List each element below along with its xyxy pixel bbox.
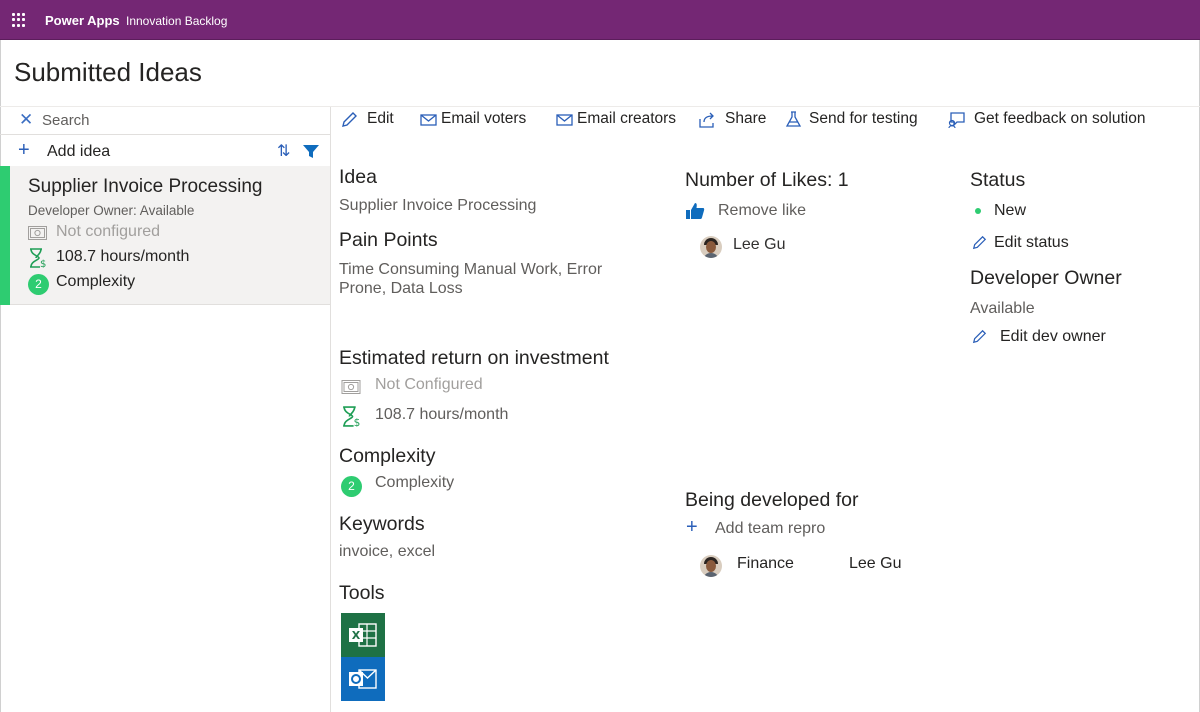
- pain-points-line-1: Time Consuming Manual Work, Error: [339, 261, 603, 278]
- idea-value: Supplier Invoice Processing: [339, 197, 537, 214]
- add-team-button[interactable]: + Add team repro: [685, 516, 845, 540]
- money-icon: [341, 380, 361, 394]
- svg-text:$: $: [40, 259, 46, 268]
- pencil-icon: [972, 235, 987, 250]
- roi-money-value: Not Configured: [375, 376, 483, 393]
- avatar: [700, 555, 722, 577]
- keywords-heading: Keywords: [339, 513, 425, 535]
- roi-heading: Estimated return on investment: [339, 347, 609, 369]
- developer-owner-heading: Developer Owner: [970, 267, 1122, 289]
- status-value: New: [994, 202, 1027, 219]
- command-bar: Edit Email voters Email creators Share S…: [332, 107, 1199, 135]
- app-header: Power Apps Innovation Backlog: [0, 0, 1200, 40]
- clear-search-icon[interactable]: ✕: [19, 110, 33, 130]
- add-idea-label: Add idea: [47, 143, 111, 160]
- filter-icon[interactable]: [303, 145, 319, 159]
- developer-owner-value: Available: [970, 300, 1035, 317]
- time-savings-icon: $: [343, 406, 361, 427]
- roi-time-value: 108.7 hours/month: [375, 406, 509, 423]
- avatar: [700, 236, 722, 258]
- pencil-icon: [972, 329, 987, 344]
- money-icon: [28, 226, 47, 240]
- keywords-value: invoice, excel: [339, 543, 436, 560]
- sort-icon[interactable]: ⇅: [277, 141, 290, 161]
- being-developed-heading: Being developed for: [685, 489, 859, 511]
- thumbs-up-icon: [686, 203, 705, 219]
- time-savings-icon: $: [30, 248, 46, 268]
- share-icon: [699, 112, 714, 128]
- complexity-badge: 2: [28, 274, 49, 295]
- pain-points-heading: Pain Points: [339, 229, 438, 251]
- excel-icon[interactable]: X: [341, 613, 385, 657]
- outlook-icon[interactable]: [341, 657, 385, 701]
- complexity-heading: Complexity: [339, 445, 436, 467]
- add-idea-button[interactable]: + Add idea ⇅: [0, 137, 330, 165]
- edit-status-button[interactable]: Edit status: [970, 233, 1090, 255]
- ideas-list-panel: ✕ + Add idea ⇅ Supplier Invoice Processi…: [0, 107, 331, 712]
- complexity-badge: 2: [341, 476, 362, 497]
- liker-name: Lee Gu: [733, 236, 786, 253]
- tools-heading: Tools: [339, 582, 385, 604]
- selected-indicator: [0, 166, 10, 305]
- idea-card[interactable]: Supplier Invoice Processing Developer Ow…: [0, 166, 330, 305]
- status-heading: Status: [970, 169, 1026, 191]
- flask-icon: [785, 111, 802, 127]
- team-member: Lee Gu: [849, 555, 902, 572]
- mail-icon: [420, 114, 437, 126]
- idea-card-developer-owner: Developer Owner: Available: [28, 203, 195, 218]
- search-box[interactable]: ✕: [0, 107, 330, 135]
- edit-dev-owner-button[interactable]: Edit dev owner: [970, 327, 1130, 349]
- app-name[interactable]: Power Apps: [45, 13, 120, 28]
- svg-text:$: $: [354, 417, 361, 427]
- feedback-icon: [948, 112, 965, 128]
- pain-points-line-2: Prone, Data Loss: [339, 280, 463, 297]
- status-dot-icon: [975, 208, 981, 214]
- pencil-icon: [342, 112, 357, 127]
- plus-icon: +: [686, 516, 698, 538]
- complexity-value: Complexity: [375, 474, 455, 491]
- team-name: Finance: [737, 555, 794, 572]
- page-title: Submitted Ideas: [14, 57, 202, 87]
- remove-like-button[interactable]: Remove like: [685, 200, 825, 222]
- plus-icon: +: [18, 139, 30, 161]
- idea-card-title: Supplier Invoice Processing: [28, 176, 263, 197]
- svg-text:X: X: [352, 629, 361, 642]
- app-launcher-icon[interactable]: [12, 13, 26, 27]
- likes-heading: Number of Likes: 1: [685, 169, 849, 191]
- mail-icon: [556, 114, 573, 126]
- search-input[interactable]: [42, 112, 292, 129]
- app-subtitle: Innovation Backlog: [126, 14, 228, 28]
- idea-heading: Idea: [339, 166, 377, 188]
